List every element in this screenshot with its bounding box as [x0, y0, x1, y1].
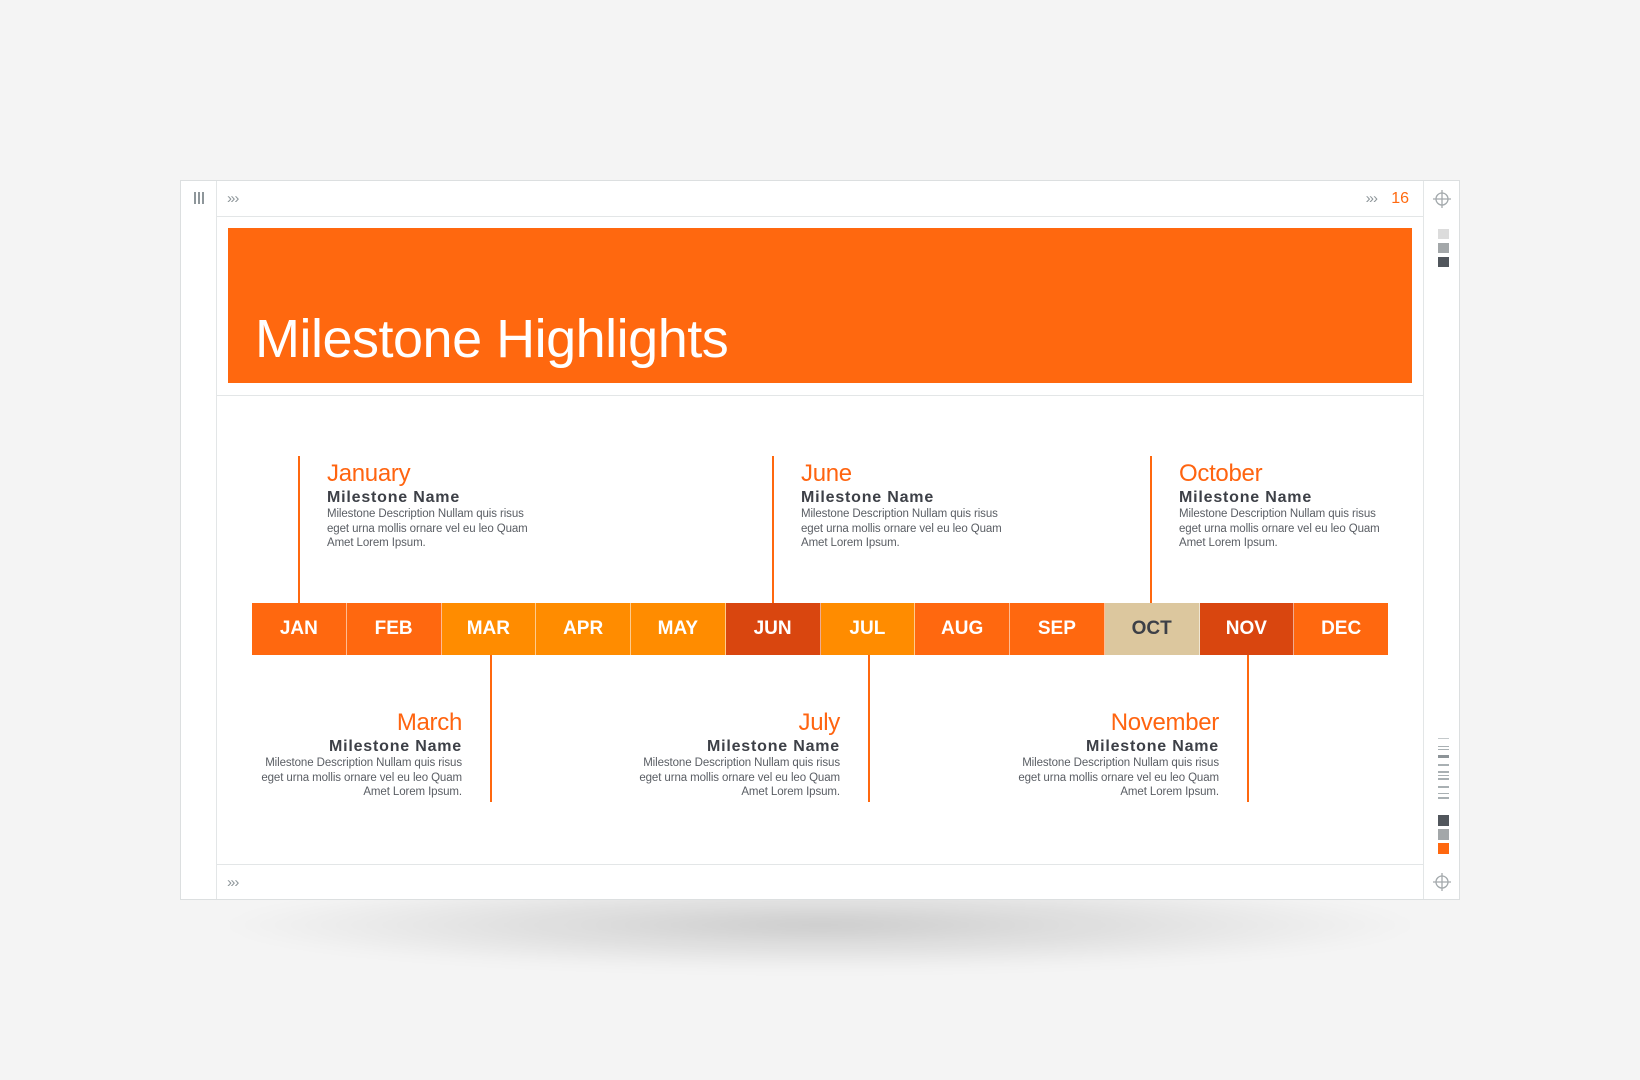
- milestone-name: Milestone Name: [706, 738, 840, 755]
- milestone-july: July Milestone Name Milestone Description …: [625, 710, 840, 800]
- header-band: Milestone Highlights: [228, 228, 1412, 383]
- description-line: Milestone Description Nullam quis risus: [327, 508, 524, 520]
- description-line: eget urna mollis ornare vel eu leo Quam: [1179, 522, 1380, 535]
- milestone-name: Milestone Name: [328, 738, 462, 755]
- swatch-light-gray[interactable]: [1438, 229, 1449, 239]
- month-cell-apr[interactable]: APR: [536, 603, 631, 655]
- description-line: Milestone Description Nullam quis risus: [265, 757, 462, 769]
- description-line: Amet Lorem Ipsum.: [1120, 786, 1219, 799]
- page-title: Milestone Highlights: [255, 309, 729, 369]
- connector-line-january: [298, 456, 300, 603]
- milestone-description: Milestone Description Nullam quis risus e…: [801, 507, 1016, 551]
- milestone-description: Milestone Description Nullam quis risus e…: [1004, 756, 1219, 800]
- description-line: eget urna mollis ornare vel eu leo Quam: [261, 771, 462, 784]
- description-line: Milestone Description Nullam quis risus: [643, 757, 840, 769]
- month-cell-may[interactable]: MAY: [631, 603, 726, 655]
- month-cell-feb[interactable]: FEB: [346, 603, 442, 655]
- right-gutter: [1423, 181, 1459, 899]
- milestone-month: March: [396, 709, 462, 736]
- description-line: Amet Lorem Ipsum.: [1179, 537, 1278, 550]
- connector-line-july: [868, 655, 870, 802]
- month-cell-jun[interactable]: JUN: [725, 603, 821, 655]
- header-divider: [216, 395, 1424, 396]
- description-line: Amet Lorem Ipsum.: [363, 786, 462, 799]
- milestone-description: Milestone Description Nullam quis risus e…: [247, 756, 462, 800]
- month-cell-sep[interactable]: SEP: [1010, 603, 1105, 655]
- month-cell-nov[interactable]: NOV: [1199, 603, 1295, 655]
- milestone-description: Milestone Description Nullam quis risus e…: [625, 756, 840, 800]
- milestone-month: October: [1179, 460, 1263, 487]
- month-cell-jul[interactable]: JUL: [820, 603, 916, 655]
- month-timeline: JAN FEB MAR APR MAY JUN JUL AUG SEP OCT NOV DEC: [252, 603, 1388, 655]
- chevron-right-icon-2[interactable]: »›: [1366, 191, 1378, 206]
- milestone-month: June: [801, 460, 852, 487]
- milestone-june: June Milestone Name Milestone Description …: [801, 461, 1016, 551]
- description-line: eget urna mollis ornare vel eu leo Quam: [801, 522, 1002, 535]
- connector-line-march: [490, 655, 492, 802]
- chevron-right-icon-bottom[interactable]: »›: [227, 875, 239, 890]
- milestone-march: March Milestone Name Milestone Description…: [247, 710, 462, 800]
- description-line: Milestone Description Nullam quis risus: [1179, 508, 1376, 520]
- description-line: Amet Lorem Ipsum.: [801, 537, 900, 550]
- milestone-name: Milestone Name: [801, 489, 935, 506]
- milestone-october: October Milestone Name Milestone Descripti…: [1179, 461, 1394, 551]
- page-number: 16: [1391, 190, 1409, 207]
- description-line: eget urna mollis ornare vel eu leo Quam: [327, 522, 528, 535]
- milestone-description: Milestone Description Nullam quis risus e…: [1179, 507, 1394, 551]
- milestone-november: November Milestone Name Milestone Descript…: [1004, 710, 1219, 800]
- connector-line-october: [1150, 456, 1152, 603]
- swatch-mid-gray-2[interactable]: [1438, 829, 1449, 840]
- milestone-name: Milestone Name: [1179, 489, 1313, 506]
- menu-icon[interactable]: [194, 192, 204, 204]
- chevron-right-icon[interactable]: »›: [227, 191, 239, 206]
- crosshair-icon-bottom[interactable]: [1433, 873, 1451, 891]
- bottom-bar: »›: [217, 864, 1423, 899]
- left-gutter: [181, 181, 217, 899]
- milestone-name: Milestone Name: [327, 489, 461, 506]
- connector-line-november: [1247, 655, 1249, 802]
- month-cell-mar[interactable]: MAR: [441, 603, 537, 655]
- milestone-description: Milestone Description Nullam quis risus e…: [327, 507, 542, 551]
- month-cell-aug[interactable]: AUG: [915, 603, 1010, 655]
- description-line: eget urna mollis ornare vel eu leo Quam: [1018, 771, 1219, 784]
- description-line: Milestone Description Nullam quis risus: [801, 508, 998, 520]
- description-line: eget urna mollis ornare vel eu leo Quam: [639, 771, 840, 784]
- crosshair-icon[interactable]: [1433, 190, 1451, 208]
- swatch-dark-gray-2[interactable]: [1438, 815, 1449, 826]
- swatch-orange[interactable]: [1438, 843, 1449, 854]
- swatch-dark-gray[interactable]: [1438, 257, 1449, 267]
- description-line: Amet Lorem Ipsum.: [327, 537, 426, 550]
- month-cell-oct[interactable]: OCT: [1104, 603, 1200, 655]
- milestone-name: Milestone Name: [1085, 738, 1219, 755]
- description-line: Milestone Description Nullam quis risus: [1022, 757, 1219, 769]
- milestone-january: January Milestone Name Milestone Descripti…: [327, 461, 542, 551]
- description-line: Amet Lorem Ipsum.: [741, 786, 840, 799]
- month-cell-jan[interactable]: JAN: [252, 603, 347, 655]
- milestone-month: July: [798, 709, 841, 736]
- month-cell-dec[interactable]: DEC: [1294, 603, 1388, 655]
- milestone-month: January: [327, 460, 411, 487]
- swatch-mid-gray[interactable]: [1438, 243, 1449, 253]
- milestone-month: November: [1110, 709, 1220, 736]
- top-bar: »› »› 16: [217, 181, 1423, 217]
- connector-line-june: [772, 456, 774, 603]
